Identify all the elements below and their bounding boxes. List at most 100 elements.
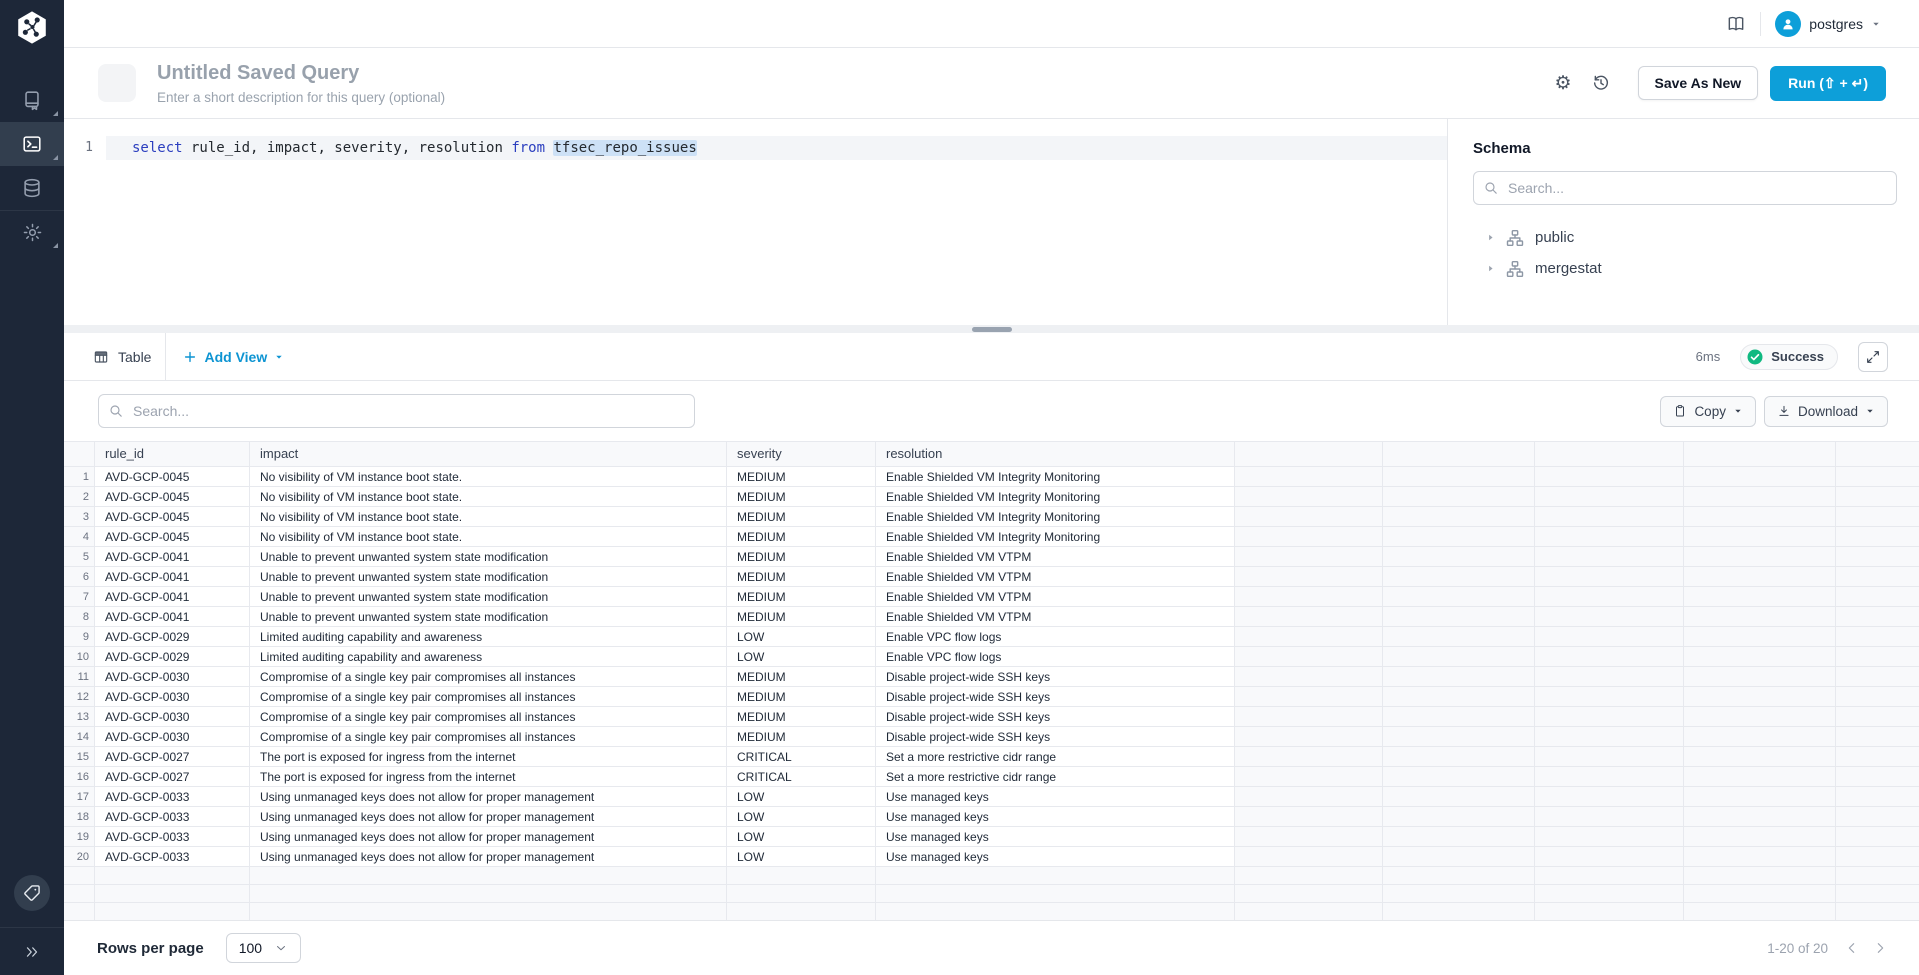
cell-rule-id: AVD-GCP-0030 [95,707,250,726]
cell-severity: LOW [727,627,876,646]
query-history-icon[interactable] [1591,73,1611,93]
sidebar-bottom [0,875,64,975]
empty-cell [1383,467,1535,486]
sql-code[interactable]: select rule_id, impact, severity, resolu… [106,136,1447,160]
cell-resolution: Enable Shielded VM VTPM [876,547,1235,566]
cell-severity: MEDIUM [727,707,876,726]
previous-page-button[interactable] [1844,940,1860,956]
cell-severity: MEDIUM [727,507,876,526]
caret-right-icon[interactable] [1485,232,1496,243]
empty-cell [1684,467,1836,486]
user-icon [1780,16,1796,32]
row-number: 6 [64,567,95,586]
empty-table-row [64,885,1919,903]
mergestat-logo[interactable] [0,0,64,56]
cell-severity: LOW [727,847,876,866]
next-page-button[interactable] [1872,940,1888,956]
table-row: 12AVD-GCP-0030Compromise of a single key… [64,687,1919,707]
table-row: 9AVD-GCP-0029Limited auditing capability… [64,627,1919,647]
topbar: postgres [64,0,1919,48]
tab-table-label: Table [118,349,151,365]
empty-cell [1383,727,1535,746]
empty-cell [1235,827,1383,846]
query-settings-gear-icon[interactable]: ⚙ [1554,74,1571,93]
empty-cell [727,903,876,920]
row-number: 1 [64,467,95,486]
row-number: 7 [64,587,95,606]
cell-impact: Using unmanaged keys does not allow for … [250,847,727,866]
rows-per-page-select[interactable]: 100 [226,933,301,963]
column-header-rule_id: rule_id [95,442,250,466]
cell-resolution: Enable Shielded VM Integrity Monitoring [876,467,1235,486]
docs-book-icon[interactable] [1726,14,1746,34]
cell-severity: LOW [727,787,876,806]
status-badge: Success [1740,344,1838,370]
row-number: 19 [64,827,95,846]
caret-right-icon[interactable] [1485,263,1496,274]
cell-resolution: Enable Shielded VM Integrity Monitoring [876,487,1235,506]
empty-cell [1836,607,1919,626]
sidebar-item-tags[interactable] [14,875,50,911]
schema-search-input[interactable] [1473,171,1897,205]
empty-cell [1383,607,1535,626]
empty-cell [1535,903,1684,920]
sidebar-item-repo[interactable] [0,78,64,122]
empty-cell [1235,707,1383,726]
cell-resolution: Enable VPC flow logs [876,647,1235,666]
row-number: 5 [64,547,95,566]
user-menu[interactable]: postgres [1775,11,1881,37]
table-row: 17AVD-GCP-0033Using unmanaged keys does … [64,787,1919,807]
sidebar-item-terminal[interactable] [0,122,64,166]
sidebar-collapse-button[interactable] [0,927,64,975]
cell-rule-id: AVD-GCP-0033 [95,807,250,826]
cell-rule-id: AVD-GCP-0041 [95,547,250,566]
empty-cell [1836,807,1919,826]
cell-rule-id: AVD-GCP-0030 [95,667,250,686]
cell-impact: Unable to prevent unwanted system state … [250,547,727,566]
chevron-down-icon [1865,406,1875,416]
empty-cell [1383,767,1535,786]
download-button[interactable]: Download [1764,396,1888,427]
schema-item-public[interactable]: public [1473,222,1897,253]
query-description-input[interactable]: Enter a short description for this query… [157,90,1554,105]
copy-button[interactable]: Copy [1660,396,1756,427]
gear-icon [22,222,43,243]
empty-cell [1383,627,1535,646]
cell-severity: CRITICAL [727,747,876,766]
empty-cell [1235,627,1383,646]
empty-cell [1383,903,1535,920]
sidebar-item-database[interactable] [0,166,64,210]
run-query-button[interactable]: Run (⇧ + ↵) [1770,66,1886,101]
schema-item-mergestat[interactable]: mergestat [1473,253,1897,284]
empty-cell [1383,667,1535,686]
empty-cell [1836,847,1919,866]
add-view-button[interactable]: Add View [183,349,284,365]
sql-editor[interactable]: 1 select rule_id, impact, severity, reso… [64,119,1447,325]
query-duration: 6ms [1696,349,1721,364]
empty-cell [1235,567,1383,586]
sidebar-item-gear[interactable] [0,210,64,254]
topbar-divider [1760,12,1761,36]
save-as-new-button[interactable]: Save As New [1638,66,1759,100]
results-table: rule_idimpactseverityresolution1AVD-GCP-… [64,441,1919,920]
resize-handle[interactable] [972,327,1012,332]
empty-cell [1684,687,1836,706]
expand-results-button[interactable] [1858,342,1888,372]
results-search-input[interactable] [98,394,695,428]
repo-icon [21,89,43,111]
cell-severity: MEDIUM [727,687,876,706]
cell-rule-id: AVD-GCP-0027 [95,747,250,766]
query-type-badge [98,64,136,102]
table-row: 20AVD-GCP-0033Using unmanaged keys does … [64,847,1919,867]
empty-cell [1684,867,1836,884]
empty-cell [1684,707,1836,726]
empty-cell [1235,767,1383,786]
query-title-input[interactable]: Untitled Saved Query [157,62,1554,85]
tab-table-view[interactable]: Table [64,333,166,380]
row-number: 3 [64,507,95,526]
empty-cell [1836,527,1919,546]
row-number: 17 [64,787,95,806]
column-header-empty [1684,442,1836,466]
rows-per-page-value: 100 [239,940,262,956]
plus-icon [183,350,197,364]
